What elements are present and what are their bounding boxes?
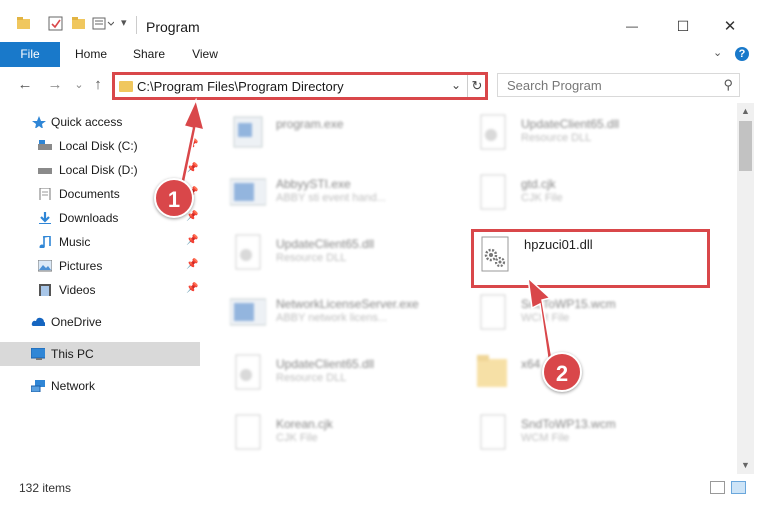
- callout-badge-1: 1: [154, 178, 194, 218]
- arrow-1: [179, 97, 206, 187]
- callout-arrows: [179, 97, 553, 362]
- arrow-2: [526, 276, 553, 362]
- callout-badge-2: 2: [542, 352, 582, 392]
